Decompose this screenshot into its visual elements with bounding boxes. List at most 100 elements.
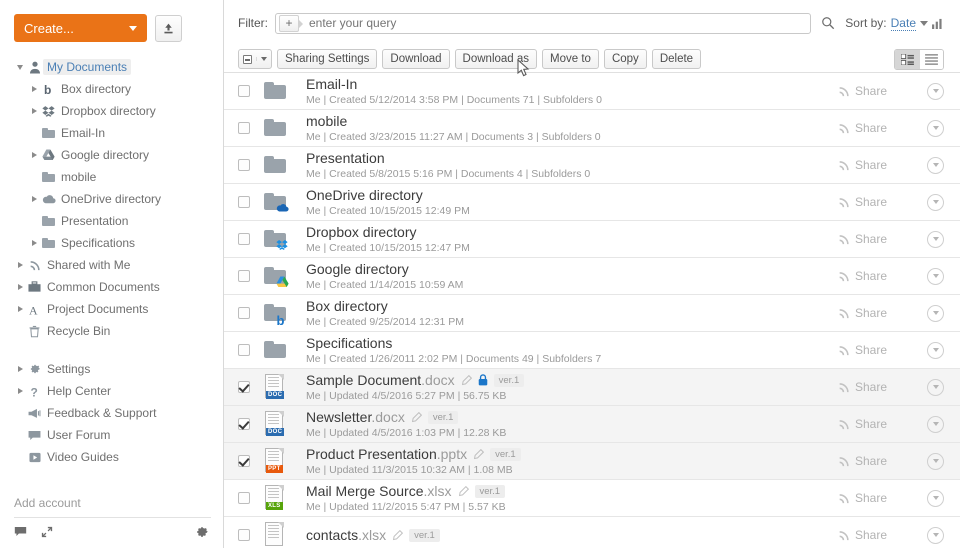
- row-checkbox-cell[interactable]: [238, 418, 264, 430]
- tree-toggle[interactable]: [14, 306, 26, 312]
- edit-pencil-icon[interactable]: [411, 411, 422, 423]
- share-button[interactable]: Share: [838, 306, 910, 320]
- row-context-menu-button[interactable]: [927, 378, 944, 396]
- tree-toggle[interactable]: [14, 284, 26, 290]
- row-checkbox[interactable]: [238, 85, 250, 97]
- row-checkbox[interactable]: [238, 270, 250, 282]
- checkbox-indeterminate-icon[interactable]: [239, 54, 256, 64]
- table-row[interactable]: Email-In Me | Created 5/12/2014 3:58 PM |…: [224, 73, 960, 110]
- row-checkbox-cell[interactable]: [238, 159, 264, 171]
- chevron-right-icon[interactable]: [31, 108, 37, 114]
- row-checkbox-cell[interactable]: [238, 85, 264, 97]
- share-button[interactable]: Share: [838, 158, 910, 172]
- row-checkbox[interactable]: [238, 492, 250, 504]
- chevron-down-icon[interactable]: [920, 20, 928, 26]
- search-input[interactable]: [299, 15, 811, 31]
- share-button[interactable]: Share: [838, 232, 910, 246]
- row-checkbox-cell[interactable]: [238, 455, 264, 467]
- edit-pencil-icon[interactable]: [458, 485, 469, 497]
- row-context-menu-button[interactable]: [927, 304, 944, 322]
- table-row[interactable]: DOC Newsletter.docx ver.1 Me | Updated 4/5/…: [224, 406, 960, 443]
- chevron-right-icon[interactable]: [17, 306, 23, 312]
- sidebar-item-google-directory[interactable]: Google directory: [6, 144, 223, 166]
- chevron-right-icon[interactable]: [31, 240, 37, 246]
- sidebar-item-user-forum[interactable]: User Forum: [6, 424, 223, 446]
- table-row[interactable]: PPT Product Presentation.pptx ver.1 Me | Up…: [224, 443, 960, 480]
- table-row[interactable]: DOC Sample Document.docx ver.1 Me | Updated…: [224, 369, 960, 406]
- share-button[interactable]: Share: [838, 343, 910, 357]
- select-all-dropdown[interactable]: [238, 49, 272, 69]
- sidebar-item-onedrive-directory[interactable]: OneDrive directory: [6, 188, 223, 210]
- edit-pencil-icon[interactable]: [473, 448, 485, 460]
- sharing-settings-button[interactable]: Sharing Settings: [277, 49, 378, 69]
- move-to-button[interactable]: Move to: [542, 49, 599, 69]
- row-checkbox[interactable]: [238, 455, 250, 467]
- row-checkbox-cell[interactable]: [238, 492, 264, 504]
- row-menu-cell[interactable]: [910, 193, 944, 211]
- row-checkbox-cell[interactable]: [238, 270, 264, 282]
- row-checkbox[interactable]: [238, 381, 250, 393]
- row-checkbox-cell[interactable]: [238, 344, 264, 356]
- table-row[interactable]: Presentation Me | Created 5/8/2015 5:16 P…: [224, 147, 960, 184]
- chevron-right-icon[interactable]: [31, 86, 37, 92]
- sidebar-item-box-directory[interactable]: b Box directory: [6, 78, 223, 100]
- row-menu-cell[interactable]: [910, 230, 944, 248]
- row-menu-cell[interactable]: [910, 119, 944, 137]
- row-checkbox[interactable]: [238, 122, 250, 134]
- sidebar-item-shared-with-me[interactable]: Shared with Me: [6, 254, 223, 276]
- row-context-menu-button[interactable]: [927, 193, 944, 211]
- row-checkbox[interactable]: [238, 344, 250, 356]
- table-row[interactable]: XLS Mail Merge Source.xlsx ver.1 Me | Updat…: [224, 480, 960, 517]
- list-detail-view-icon[interactable]: [895, 49, 919, 69]
- delete-button[interactable]: Delete: [651, 49, 702, 69]
- sidebar-item-mobile[interactable]: mobile: [6, 166, 223, 188]
- row-menu-cell[interactable]: [910, 452, 944, 470]
- sort-by-control[interactable]: Sort by: Date: [845, 16, 944, 31]
- row-context-menu-button[interactable]: [927, 156, 944, 174]
- tree-toggle[interactable]: [14, 366, 26, 372]
- download-button[interactable]: Download: [382, 49, 450, 69]
- download-as-button[interactable]: Download as: [454, 49, 538, 69]
- add-account-link[interactable]: Add account: [14, 496, 81, 510]
- share-button[interactable]: Share: [838, 380, 910, 394]
- edit-pencil-icon[interactable]: [461, 374, 472, 386]
- copy-button[interactable]: Copy: [603, 49, 647, 69]
- filter-field[interactable]: +: [275, 12, 812, 34]
- edit-pencil-icon[interactable]: [392, 529, 404, 541]
- gear-icon[interactable]: [195, 525, 209, 542]
- row-context-menu-button[interactable]: [927, 489, 944, 507]
- sidebar-item-help-center[interactable]: ? Help Center: [6, 380, 223, 402]
- row-checkbox-cell[interactable]: [238, 233, 264, 245]
- row-context-menu-button[interactable]: [927, 526, 944, 544]
- row-checkbox[interactable]: [238, 196, 250, 208]
- create-button[interactable]: Create...: [14, 14, 147, 42]
- expand-icon[interactable]: [41, 526, 53, 541]
- row-checkbox-cell[interactable]: [238, 307, 264, 319]
- row-menu-cell[interactable]: [910, 415, 944, 433]
- search-icon[interactable]: [818, 16, 838, 30]
- table-row[interactable]: Dropbox directory Me | Created 10/15/2015…: [224, 221, 960, 258]
- tree-toggle[interactable]: [14, 64, 26, 70]
- share-button[interactable]: Share: [838, 491, 910, 505]
- row-checkbox[interactable]: [238, 159, 250, 171]
- table-row[interactable]: OneDrive directory Me | Created 10/15/201…: [224, 184, 960, 221]
- chat-icon[interactable]: [14, 526, 27, 540]
- sidebar-item-video-guides[interactable]: Video Guides: [6, 446, 223, 468]
- row-menu-cell[interactable]: [910, 489, 944, 507]
- chevron-right-icon[interactable]: [17, 284, 23, 290]
- row-checkbox-cell[interactable]: [238, 196, 264, 208]
- sort-bars-icon[interactable]: [932, 18, 944, 29]
- row-menu-cell[interactable]: [910, 82, 944, 100]
- tree-toggle[interactable]: [14, 388, 26, 394]
- sidebar-item-project-documents[interactable]: A Project Documents: [6, 298, 223, 320]
- row-checkbox[interactable]: [238, 233, 250, 245]
- sort-by-value[interactable]: Date: [890, 16, 916, 31]
- table-row[interactable]: Google directory Me | Created 1/14/2015 1…: [224, 258, 960, 295]
- tree-toggle[interactable]: [14, 262, 26, 268]
- row-menu-cell[interactable]: [910, 304, 944, 322]
- row-checkbox[interactable]: [238, 418, 250, 430]
- add-filter-icon[interactable]: +: [279, 14, 303, 32]
- sidebar-item-dropbox-directory[interactable]: Dropbox directory: [6, 100, 223, 122]
- share-button[interactable]: Share: [838, 417, 910, 431]
- row-menu-cell[interactable]: [910, 156, 944, 174]
